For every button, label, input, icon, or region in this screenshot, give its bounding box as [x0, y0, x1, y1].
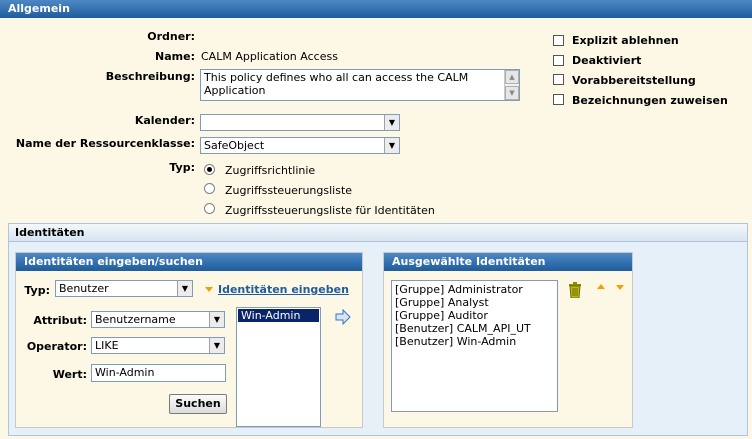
chevron-down-icon[interactable]: ▼ [384, 115, 399, 130]
scroll-down-icon[interactable]: ▼ [505, 86, 519, 100]
resource-class-value: SafeObject [204, 139, 265, 152]
chevron-down-icon[interactable]: ▼ [177, 281, 192, 296]
value-input-text: Win-Admin [95, 366, 155, 379]
general-section-header: Allgemein [0, 0, 752, 18]
chevron-down-icon[interactable]: ▼ [209, 338, 224, 353]
attribute-value: Benutzername [95, 313, 176, 326]
enter-identities-link[interactable]: Identitäten eingeben [218, 283, 349, 296]
chevron-down-icon[interactable]: ▼ [209, 312, 224, 327]
folder-label: Ordner: [147, 30, 195, 43]
checkbox-pre-deployment[interactable] [553, 74, 564, 85]
checkbox-label: Vorabbereitstellung [572, 74, 696, 87]
search-results-list[interactable]: Win-Admin [236, 307, 321, 427]
description-scrollbar[interactable]: ▲ ▼ [504, 70, 519, 100]
identity-type-value: Benutzer [59, 282, 109, 295]
checkbox-explicit-deny[interactable] [553, 35, 564, 46]
type-radio-acl[interactable] [204, 183, 215, 194]
chevron-down-icon[interactable]: ▼ [384, 138, 399, 153]
expand-arrow-icon[interactable] [205, 287, 213, 292]
type-radio-label: Zugriffssteuerungsliste für Identitäten [225, 204, 435, 217]
checkbox-assign-labels[interactable] [553, 94, 564, 105]
checkbox-label: Bezeichnungen zuweisen [572, 94, 728, 107]
identity-type-select[interactable]: Benutzer ▼ [55, 280, 193, 297]
identity-type-label: Typ: [24, 284, 50, 297]
checkbox-label: Deaktiviert [572, 54, 642, 67]
list-item[interactable]: Win-Admin [238, 309, 319, 322]
description-text: This policy defines who all can access t… [204, 71, 469, 97]
type-radio-identity-acl[interactable] [204, 203, 215, 214]
type-radio-access-policy[interactable] [204, 164, 215, 175]
selected-panel-header: Ausgewählte Identitäten [384, 253, 632, 271]
selected-identities-list[interactable]: [Gruppe] Administrator [Gruppe] Analyst … [391, 280, 558, 412]
name-value: CALM Application Access [201, 50, 338, 63]
operator-value: LIKE [95, 339, 119, 352]
calendar-label: Kalender: [134, 114, 195, 127]
type-radio-label: Zugriffsrichtlinie [225, 164, 316, 177]
value-input[interactable]: Win-Admin [91, 364, 226, 382]
operator-select[interactable]: LIKE ▼ [91, 337, 225, 354]
move-down-icon[interactable] [616, 285, 624, 290]
add-arrow-icon[interactable] [335, 309, 351, 325]
list-item[interactable]: [Gruppe] Auditor [395, 309, 554, 322]
attribute-label: Attribut: [33, 314, 87, 327]
name-label: Name: [155, 50, 195, 63]
scroll-up-icon[interactable]: ▲ [505, 70, 519, 84]
list-item[interactable]: [Gruppe] Administrator [395, 283, 554, 296]
checkbox-disabled[interactable] [553, 55, 564, 66]
search-panel-header: Identitäten eingeben/suchen [16, 253, 362, 271]
operator-label: Operator: [26, 340, 87, 353]
resource-class-label: Name der Ressourcenklasse: [15, 137, 195, 150]
list-item[interactable]: [Benutzer] CALM_API_UT [395, 322, 554, 335]
checkbox-label: Explizit ablehnen [572, 34, 679, 47]
search-button[interactable]: Suchen [169, 394, 227, 414]
move-up-icon[interactable] [597, 284, 605, 289]
resource-class-select[interactable]: SafeObject ▼ [200, 137, 400, 154]
type-label: Typ: [169, 161, 195, 174]
type-radio-label: Zugriffssteuerungsliste [225, 184, 353, 197]
description-label: Beschreibung: [105, 70, 195, 83]
description-textarea[interactable]: This policy defines who all can access t… [200, 69, 520, 101]
list-item[interactable]: [Gruppe] Analyst [395, 296, 554, 309]
calendar-select[interactable]: ▼ [200, 114, 400, 131]
trash-icon[interactable] [568, 282, 582, 298]
identities-section-header: Identitäten [9, 224, 747, 242]
attribute-select[interactable]: Benutzername ▼ [91, 311, 225, 328]
value-label: Wert: [52, 368, 87, 381]
list-item[interactable]: [Benutzer] Win-Admin [395, 335, 554, 348]
